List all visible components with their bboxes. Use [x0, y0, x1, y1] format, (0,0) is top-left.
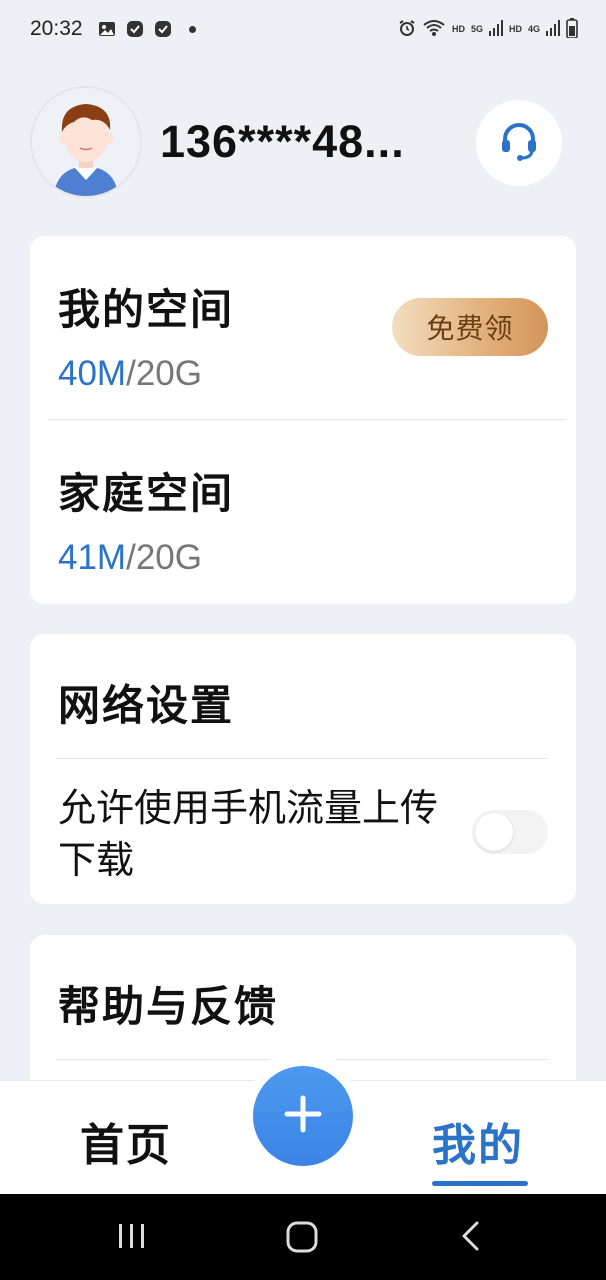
gallery-icon [97, 19, 117, 39]
network-4g-label: 4G [527, 24, 540, 34]
signal-icon-2 [546, 19, 560, 39]
family-space-usage: 41M/20G [58, 538, 202, 578]
my-space-title: 我的空间 [58, 285, 235, 334]
hd-label: HD [451, 24, 465, 34]
my-space-usage: 40M/20G [58, 354, 202, 394]
recent-apps-icon[interactable] [116, 1220, 148, 1256]
family-space-total: /20G [126, 538, 202, 577]
profile-header: 136****48... [30, 86, 576, 198]
free-claim-button[interactable]: 免费领 [392, 298, 548, 356]
headset-icon [496, 118, 542, 168]
help-feedback-title: 帮助与反馈 [58, 982, 279, 1031]
mobile-data-transfer-label: 允许使用手机流量上传下载 [58, 786, 439, 882]
status-bar: 20:32 HD 5G HD 4G [0, 0, 606, 58]
divider [48, 419, 566, 420]
avatar[interactable] [30, 86, 142, 198]
alarm-icon [398, 19, 416, 40]
more-notifications-dot [188, 25, 196, 33]
plus-icon [283, 1094, 323, 1138]
wifi-icon [422, 19, 446, 40]
home-icon[interactable] [285, 1220, 319, 1258]
network-settings-card: 网络设置 允许使用手机流量上传下载 [30, 634, 576, 904]
family-space-used: 41M [58, 538, 127, 577]
toggle-knob [475, 813, 513, 851]
signal-icon [488, 19, 503, 39]
divider [56, 758, 548, 759]
storage-card: 我的空间 40M/20G 免费领 家庭空间 41M/20G [30, 236, 576, 604]
phone-number: 136****48... [160, 116, 405, 167]
network-5g-label: 5G [470, 24, 483, 34]
back-icon[interactable] [458, 1220, 484, 1256]
customer-service-button[interactable] [476, 100, 562, 186]
active-tab-indicator [432, 1181, 528, 1186]
battery-icon [566, 17, 578, 41]
family-space-title: 家庭空间 [58, 469, 235, 518]
my-space-used: 40M [58, 354, 127, 393]
hd-label-2: HD [508, 24, 522, 34]
add-button[interactable] [253, 1066, 353, 1166]
app-notification-icon-2 [153, 19, 173, 39]
app-notification-icon [125, 19, 145, 39]
status-time: 20:32 [30, 17, 83, 40]
mobile-data-toggle[interactable] [472, 810, 548, 854]
nav-home-tab[interactable]: 首页 [80, 1109, 172, 1173]
system-navigation-bar [0, 1194, 606, 1280]
my-space-total: /20G [126, 354, 202, 393]
nav-mine-tab[interactable]: 我的 [432, 1109, 524, 1173]
network-settings-title: 网络设置 [58, 681, 235, 730]
